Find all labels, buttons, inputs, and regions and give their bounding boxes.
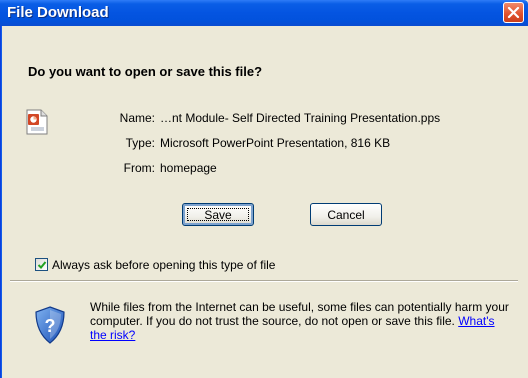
always-ask-label[interactable]: Always ask before opening this type of f… [52, 258, 275, 272]
dialog-question: Do you want to open or save this file? [28, 64, 263, 79]
focus-indicator [187, 208, 249, 221]
window-title: File Download [7, 4, 109, 21]
warning-text: While files from the Internet can be use… [90, 300, 509, 328]
checkmark-icon [37, 261, 47, 269]
type-label: Type: [125, 136, 155, 150]
svg-text:?: ? [45, 316, 56, 336]
from-value: homepage [160, 161, 217, 175]
title-bar[interactable]: File Download [0, 0, 528, 26]
from-label: From: [123, 161, 155, 175]
file-download-dialog: File Download Do you want to open or sav… [0, 0, 528, 378]
powerpoint-file-icon [26, 109, 48, 135]
divider [10, 280, 518, 282]
name-value: …nt Module- Self Directed Training Prese… [160, 111, 441, 125]
always-ask-checkbox[interactable] [35, 258, 48, 271]
type-value: Microsoft PowerPoint Presentation, 816 K… [160, 136, 391, 150]
close-button[interactable] [503, 2, 524, 23]
window-frame-edge [0, 26, 2, 378]
name-label: Name: [119, 111, 155, 125]
save-button[interactable]: Save [182, 203, 254, 226]
security-warning: While files from the Internet can be use… [90, 300, 510, 342]
cancel-button-label: Cancel [327, 207, 365, 222]
cancel-button[interactable]: Cancel [310, 203, 382, 226]
close-icon [507, 6, 520, 19]
security-shield-icon: ? [35, 306, 65, 344]
